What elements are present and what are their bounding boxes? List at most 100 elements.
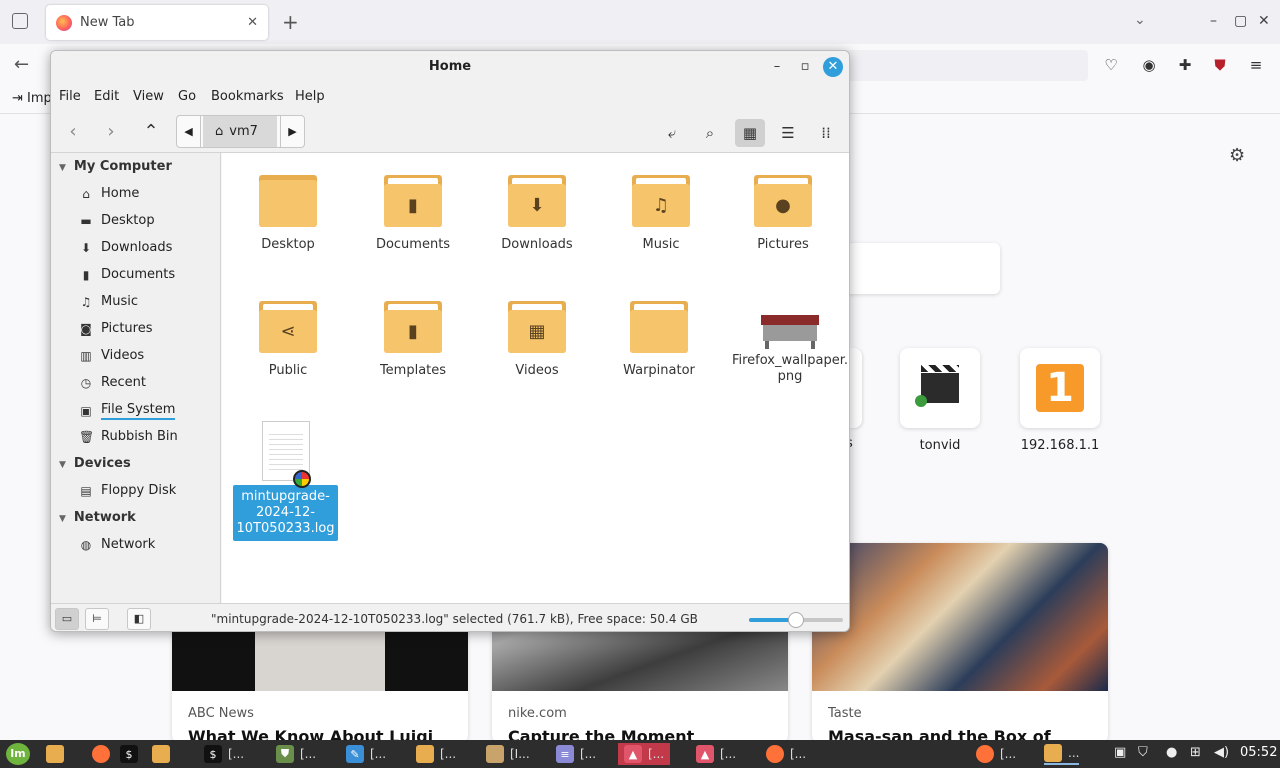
sidebar-item-videos[interactable]: ▥ Videos <box>79 348 144 363</box>
taskbar-window[interactable]: ≡ [... <box>556 743 596 765</box>
shield-icon[interactable]: ⛉ <box>1138 745 1148 760</box>
sidebar-item-downloads[interactable]: ⬇ Downloads <box>79 240 172 255</box>
file-item-public[interactable]: ⋖ Public <box>233 301 343 379</box>
desktop-icon: ▬ <box>80 213 92 228</box>
search-icon[interactable]: ⌕ <box>695 119 725 147</box>
close-tab-icon[interactable]: ✕ <box>247 15 258 30</box>
taskbar-window[interactable]: $ [... <box>204 743 244 765</box>
sidebar-item-recent[interactable]: ◷ Recent <box>79 375 146 390</box>
pocket-icon[interactable]: ♡ <box>1102 56 1120 74</box>
close-icon[interactable]: ✕ <box>1258 13 1270 29</box>
sidebar-section-network[interactable]: ▼ Network <box>59 510 136 525</box>
menu-edit[interactable]: Edit <box>94 89 119 104</box>
sidebar-item-music[interactable]: ♫ Music <box>79 294 138 309</box>
title-bar[interactable]: Home – ▫ ✕ <box>51 51 849 83</box>
hamburger-menu-icon[interactable]: ≡ <box>1247 56 1265 74</box>
menu-help[interactable]: Help <box>295 89 325 104</box>
hide-sidebar-icon[interactable]: ◧ <box>127 608 151 630</box>
browser-tab-new-tab[interactable]: New Tab ✕ <box>46 5 268 40</box>
file-item-downloads[interactable]: ⬇ Downloads <box>482 175 592 253</box>
taskbar-window[interactable]: ✎ [... <box>346 743 386 765</box>
zoom-slider[interactable] <box>749 612 843 628</box>
sidebar-item-desktop[interactable]: ▬ Desktop <box>79 213 154 228</box>
launcher-terminal[interactable]: $ <box>120 743 144 765</box>
launcher-files[interactable] <box>46 743 70 765</box>
taskbar-window[interactable]: [... <box>766 743 806 765</box>
launcher-firefox[interactable] <box>92 743 116 765</box>
taskbar-window[interactable]: [... <box>976 743 1016 765</box>
back-arrow-icon[interactable]: ← <box>14 54 29 75</box>
sidebar-item-network[interactable]: ◍ Network <box>79 537 156 552</box>
sidebar-item-file-system[interactable]: ▣ File System <box>79 402 176 420</box>
up-icon[interactable]: ⌃ <box>137 119 165 145</box>
url-bar[interactable] <box>840 50 1088 81</box>
file-item-documents[interactable]: ▮ Documents <box>358 175 468 253</box>
menu-file[interactable]: File <box>59 89 81 104</box>
gear-icon[interactable]: ⚙ <box>1229 145 1245 166</box>
path-right-arrow-icon[interactable]: ▶ <box>280 116 304 147</box>
path-crumb-home[interactable]: ⌂ vm7 <box>203 116 277 147</box>
ublock-icon[interactable]: ⛊ <box>1211 56 1229 74</box>
taskbar-window-files[interactable]: ... <box>1044 743 1080 765</box>
shortcut-tile[interactable] <box>850 348 862 428</box>
sidebar-section-my-computer[interactable]: ▼ My Computer <box>59 159 172 174</box>
launcher-files-2[interactable] <box>152 743 176 765</box>
file-item-firefox-wallpaper[interactable]: Firefox_wallpaper. png <box>728 301 849 385</box>
file-item-mintupgrade-log[interactable]: mintupgrade- 2024-12- 10T050233.log <box>233 421 338 541</box>
path-left-arrow-icon[interactable]: ◀ <box>177 116 201 147</box>
search-panel[interactable] <box>840 243 1000 294</box>
file-item-warpinator[interactable]: Warpinator <box>604 301 714 379</box>
new-tab-button[interactable]: + <box>282 10 299 34</box>
bookmark-import[interactable]: ⇥ Imp <box>12 91 52 106</box>
taskbar-window[interactable]: ⛊ [... <box>276 743 316 765</box>
file-item-pictures[interactable]: ● Pictures <box>728 175 838 253</box>
icon-view-icon[interactable]: ▦ <box>735 119 765 147</box>
menu-view[interactable]: View <box>133 89 164 104</box>
file-item-videos[interactable]: ▦ Videos <box>482 301 592 379</box>
file-view[interactable]: Desktop ▮ Documents ⬇ Downloads ♫ Music … <box>222 153 849 603</box>
shortcut-tonvid[interactable]: tonvid <box>900 348 980 453</box>
file-item-templates[interactable]: ▮ Templates <box>358 301 468 379</box>
sidebar-item-pictures[interactable]: ◙ Pictures <box>79 321 152 336</box>
music-icon: ♫ <box>80 294 92 309</box>
account-icon[interactable]: ◉ <box>1140 56 1158 74</box>
show-tree-icon[interactable]: ⊨ <box>85 608 109 630</box>
sidebar-item-rubbish-bin[interactable]: 🗑 Rubbish Bin <box>79 429 178 444</box>
taskbar-window[interactable]: ▲ [... <box>696 743 736 765</box>
menu-go[interactable]: Go <box>178 89 196 104</box>
open-terminal-icon[interactable]: ⤶ <box>657 119 687 147</box>
close-icon[interactable]: ✕ <box>823 57 843 77</box>
chevron-down-icon[interactable]: ⌄ <box>1134 12 1146 28</box>
mint-menu-icon[interactable]: lm <box>6 743 30 765</box>
menu-bookmarks[interactable]: Bookmarks <box>211 89 284 104</box>
network-icon[interactable]: ⊞ <box>1190 745 1201 760</box>
sidebar-item-documents[interactable]: ▮ Documents <box>79 267 175 282</box>
zoom-slider-handle[interactable] <box>788 612 804 628</box>
file-item-music[interactable]: ♫ Music <box>606 175 716 253</box>
minimize-icon[interactable]: – <box>1210 13 1217 29</box>
clock[interactable]: 05:52 <box>1240 745 1277 760</box>
list-view-icon[interactable]: ☰ <box>773 119 803 147</box>
clipboard-icon[interactable]: ▣ <box>1114 745 1126 760</box>
show-places-icon[interactable]: ▭ <box>55 608 79 630</box>
taskbar-window[interactable]: [... <box>416 743 456 765</box>
minimize-icon[interactable]: – <box>767 57 787 77</box>
extensions-icon[interactable]: ✚ <box>1176 56 1194 74</box>
back-icon[interactable]: ‹ <box>59 119 87 145</box>
forward-icon[interactable]: › <box>97 119 125 145</box>
sidebar-item-home[interactable]: ⌂ Home <box>79 186 139 201</box>
user-icon[interactable]: ● <box>1166 745 1177 760</box>
volume-icon[interactable]: ◀) <box>1214 745 1229 760</box>
shortcut-router[interactable]: 1 192.168.1.1 <box>1020 348 1100 453</box>
file-item-desktop[interactable]: Desktop <box>233 175 343 253</box>
list-all-tabs-icon[interactable] <box>12 13 28 29</box>
story-card[interactable]: Taste Masa-san and the Box of <box>812 543 1108 743</box>
maximize-icon[interactable]: ▢ <box>1234 13 1247 29</box>
pictures-folder-icon: ● <box>754 175 812 227</box>
sidebar-section-devices[interactable]: ▼ Devices <box>59 456 131 471</box>
taskbar-window-active[interactable]: ▲ [... <box>618 743 671 765</box>
compact-view-icon[interactable]: ⁞⁞ <box>811 119 841 147</box>
taskbar-window[interactable]: [I... <box>486 743 530 765</box>
maximize-icon[interactable]: ▫ <box>795 57 815 77</box>
sidebar-item-floppy-disk[interactable]: ▤ Floppy Disk <box>79 483 176 498</box>
